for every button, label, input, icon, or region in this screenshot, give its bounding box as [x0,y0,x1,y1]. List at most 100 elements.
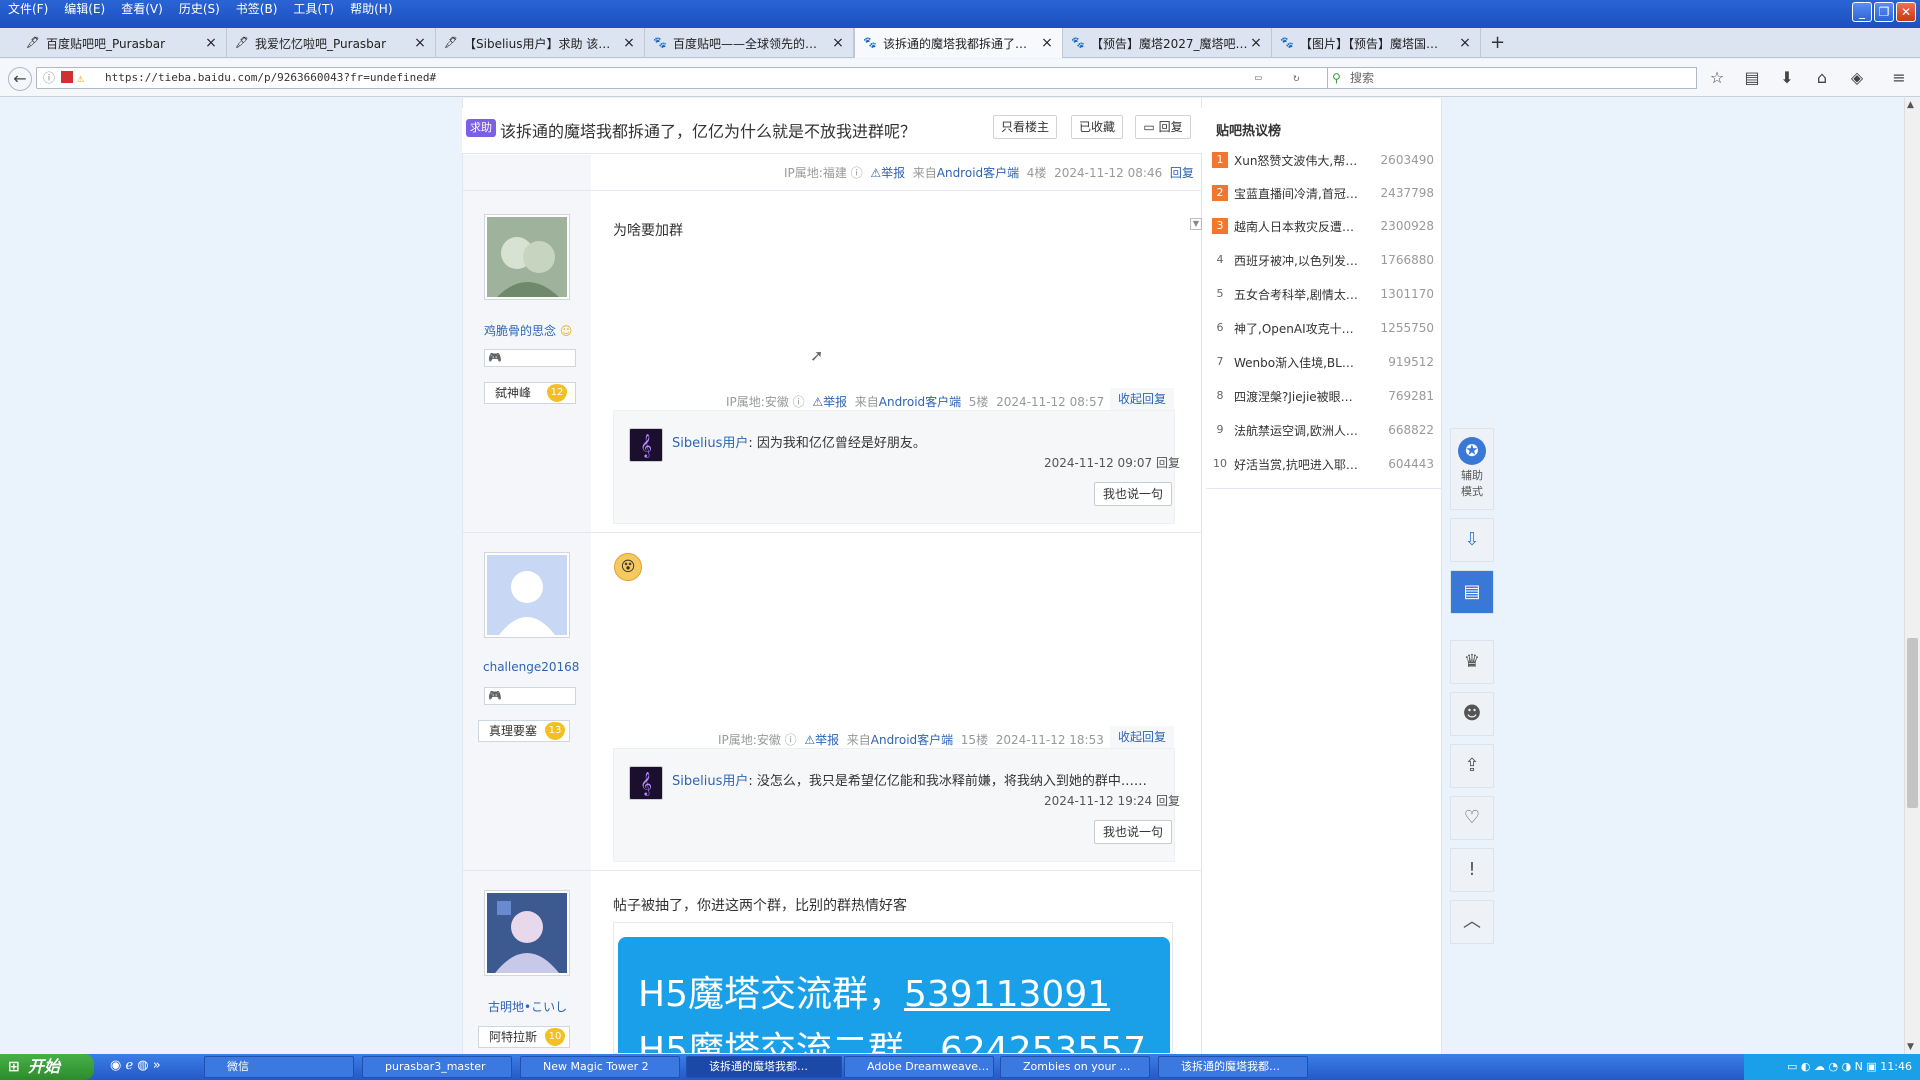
tab-close-icon[interactable]: × [831,35,845,51]
tab-4[interactable]: 🐾 百度贴吧——全球领先的… × [645,28,854,58]
bookmark-star-icon[interactable]: ☆ [1706,67,1728,89]
menu-history[interactable]: 历史(S) [171,0,228,18]
tab-close-icon[interactable]: × [204,35,218,51]
client-link[interactable]: Android客户端 [937,166,1019,180]
reply-username-link[interactable]: Sibelius用户 [672,436,748,451]
reply-avatar[interactable]: 𝄞 [629,428,663,462]
username-link[interactable]: challenge20168 [483,660,579,674]
pocket-icon[interactable]: ◈ [1846,67,1868,89]
reply-username-link[interactable]: Sibelius用户 [672,774,748,789]
report-link[interactable]: ⚠举报 [870,166,905,180]
avatar[interactable] [484,214,570,300]
reply-reply-link[interactable]: 回复 [1156,794,1180,808]
collapse-replies-button[interactable]: 收起回复 [1110,388,1174,410]
vertical-scrollbar[interactable]: ▲ ▼ [1904,98,1920,1056]
taskbar-item-browser-2[interactable]: 该拆通的魔塔我都… [1158,1056,1308,1078]
avatar[interactable] [484,890,570,976]
tab-5-active[interactable]: 🐾 该拆通的魔塔我都拆通了… × [854,28,1063,58]
info-icon[interactable]: ⓘ [43,68,55,88]
menu-tools[interactable]: 工具(T) [285,0,342,18]
feedback-icon[interactable]: ! [1450,848,1494,892]
tab-6[interactable]: 🐾 【预告】魔塔2027_魔塔吧… × [1063,28,1272,58]
report-link[interactable]: ⚠举报 [812,395,847,409]
taskbar-item-zombies[interactable]: Zombies on your … [1000,1056,1150,1078]
menu-help[interactable]: 帮助(H) [342,0,400,18]
reply-link[interactable]: 回复 [1170,166,1194,180]
hot-item-1[interactable]: 1 Xun怒赞文波伟大,帮… 2603490 [1212,150,1434,170]
bookmarks-list-icon[interactable]: ▤ [1741,67,1763,89]
reload-icon[interactable]: ↻ [1293,68,1300,88]
reply-button[interactable]: ▭ 回复 [1135,115,1191,139]
hot-item-9[interactable]: 9 法航禁运空调,欧洲人… 668822 [1212,420,1435,440]
hot-item-6[interactable]: 6 神了,OpenAI攻克十… 1255750 [1212,318,1435,338]
hot-item-3[interactable]: 3 越南人日本救灾反遭… 2300928 [1212,216,1434,236]
say-something-button[interactable]: 我也说一句 [1094,820,1172,844]
collapse-replies-button[interactable]: 收起回复 [1110,726,1174,748]
avatar[interactable] [484,552,570,638]
hot-item-8[interactable]: 8 四渡涅槃?Jiejie被眼… 769281 [1212,386,1435,406]
menu-view[interactable]: 查看(V) [113,0,171,18]
level-badge[interactable]: 弑神峰 12 [484,382,576,404]
client-link[interactable]: Android客户端 [879,395,961,409]
taskbar-item-wechat[interactable]: 微信 [204,1056,354,1078]
hamburger-menu-icon[interactable]: ≡ [1888,67,1910,89]
taskbar-item-dreamweaver[interactable]: Adobe Dreamweave… [844,1056,994,1078]
taskbar-item-folder-2[interactable]: New Magic Tower 2 [520,1056,680,1078]
quicklaunch-icons[interactable]: ◉ ℯ ◍ » [110,1058,161,1073]
address-bar[interactable]: ⓘ ⚠ https://tieba.baidu.com/p/9263660043… [36,67,1336,89]
tab-close-icon[interactable]: × [413,35,427,51]
mascot-icon[interactable]: ☻ [1450,692,1494,736]
only-op-button[interactable]: 只看楼主 [993,115,1057,139]
tab-close-icon[interactable]: × [1040,35,1054,51]
menu-edit[interactable]: 编辑(E) [56,0,113,18]
reply-avatar[interactable]: 𝄞 [629,766,663,800]
taskbar-item-browser[interactable]: 该拆通的魔塔我都… [686,1056,842,1078]
taskbar-item-folder[interactable]: purasbar3_master [362,1056,512,1078]
tab-close-icon[interactable]: × [622,35,636,51]
tab-1[interactable]: 🖋 百度贴吧吧_Purasbar × [18,28,227,58]
blocked-content-icon[interactable] [61,71,73,83]
tab-3[interactable]: 🖋 【Sibelius用户】求助 该… × [436,28,645,58]
menu-bookmarks[interactable]: 书签(B) [228,0,286,18]
message-icon[interactable]: ▤ [1450,570,1494,614]
scroll-up-icon[interactable]: ▲ [1907,100,1914,110]
back-button-icon[interactable]: ← [8,67,32,91]
menu-file[interactable]: 文件(F) [0,0,56,18]
hot-item-7[interactable]: 7 Wenbo渐入佳境,BL… 919512 [1212,352,1435,372]
new-tab-icon[interactable]: + [1490,32,1505,53]
scrollbar-thumb[interactable] [1907,638,1918,808]
scroll-down-icon[interactable]: ▼ [1907,1042,1914,1052]
download-app-icon[interactable]: ⇩ [1450,518,1494,562]
level-badge[interactable]: 真理要塞 13 [478,720,570,742]
username-link[interactable]: 鸡脆骨的思念 ☺ [484,322,572,339]
post-image[interactable]: H5魔塔交流群，539113091 H5魔塔交流二群，624253557 [613,922,1173,1054]
minimize-button[interactable]: _ [1852,2,1872,22]
share-icon[interactable]: ⇪ [1450,744,1494,788]
report-link[interactable]: ⚠举报 [804,733,839,747]
search-input[interactable]: ⚲ 搜索 [1327,67,1697,89]
reply-reply-link[interactable]: 回复 [1156,456,1180,470]
hot-item-2[interactable]: 2 宝蓝直播间冷清,首冠… 2437798 [1212,183,1434,203]
home-icon[interactable]: ⌂ [1811,67,1833,89]
like-heart-icon[interactable]: ♡ [1450,796,1494,840]
hot-item-5[interactable]: 5 五女合考科举,剧情太… 1301170 [1212,284,1435,304]
hot-item-4[interactable]: 4 西班牙被冲,以色列发… 1766880 [1212,250,1435,270]
tray-icons[interactable]: ▭ ◐ ☁ ◔ ◑ N ▣ [1787,1060,1880,1073]
level-badge[interactable]: 阿特拉斯 10 [478,1026,570,1048]
tab-2[interactable]: 🖋 我爱忆忆啦吧_Purasbar × [227,28,436,58]
tab-7[interactable]: 🐾 【图片】【预告】魔塔国… × [1272,28,1481,58]
hot-item-10[interactable]: 10 好活当赏,抗吧进入耶… 604443 [1212,454,1434,474]
start-button[interactable]: ⊞ 开始 [0,1054,94,1080]
downloads-icon[interactable]: ⬇ [1776,67,1798,89]
magician-hat-icon[interactable]: ♛ [1450,640,1494,684]
assist-mode-button[interactable]: ✪ 辅助 模式 [1450,428,1494,510]
restore-button[interactable]: ❐ [1874,2,1894,22]
favorited-button[interactable]: 已收藏 [1071,115,1123,139]
reader-view-icon[interactable]: ▭ [1255,68,1262,88]
client-link[interactable]: Android客户端 [871,733,953,747]
tab-close-icon[interactable]: × [1458,35,1472,51]
warning-icon[interactable]: ⚠ [77,68,84,88]
say-something-button[interactable]: 我也说一句 [1094,482,1172,506]
close-window-button[interactable]: ✕ [1896,2,1916,22]
username-link[interactable]: 古明地•こいし [488,998,567,1015]
